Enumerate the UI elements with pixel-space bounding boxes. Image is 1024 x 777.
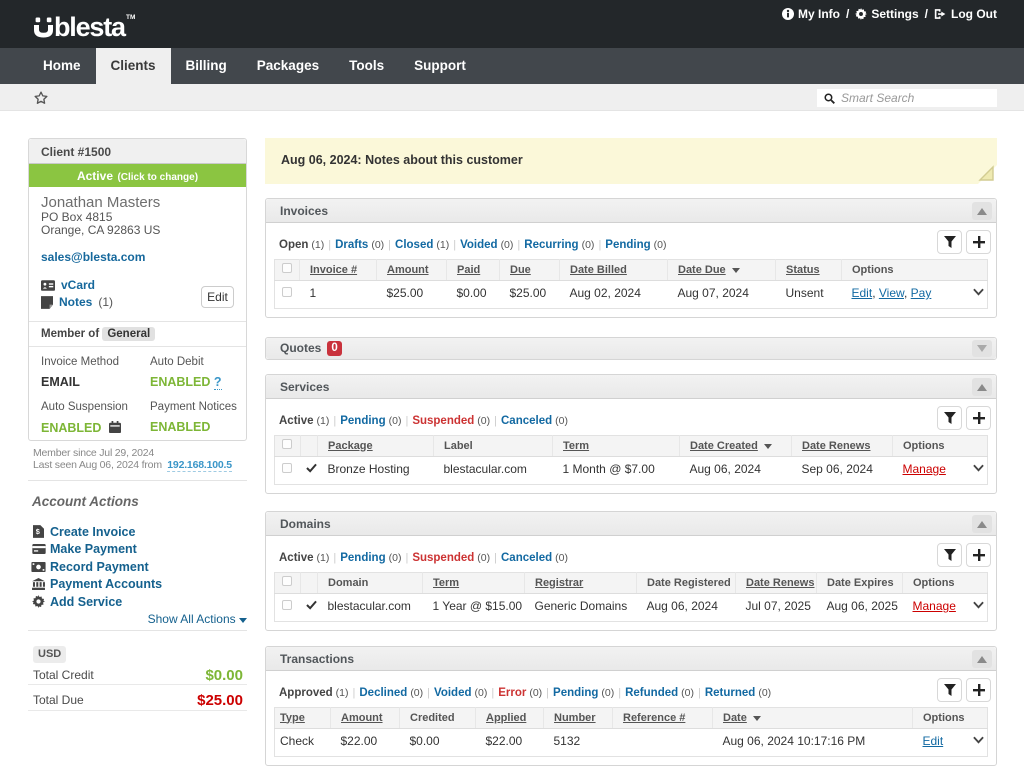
svg-text:$: $ (36, 528, 40, 537)
